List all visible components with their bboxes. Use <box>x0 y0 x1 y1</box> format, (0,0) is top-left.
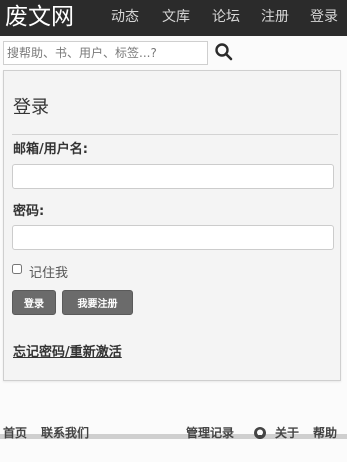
forgot-password-link[interactable]: 忘记密码/重新激活 <box>13 341 122 360</box>
footer-admin-log-link[interactable]: 管理记录 <box>186 424 234 442</box>
password-label: 密码: <box>13 204 45 219</box>
remember-checkbox[interactable] <box>12 264 22 274</box>
nav-item-feed[interactable]: 动态 <box>111 7 139 27</box>
footer-home-link[interactable]: 首页 <box>3 424 27 442</box>
footer-help-link[interactable]: 帮助 <box>313 424 337 442</box>
login-panel: 登录 邮箱/用户名: 密码: 记住我 登录 我要注册 忘记密码/重新激活 <box>3 70 341 381</box>
site-logo[interactable]: 废文网 <box>5 1 74 33</box>
email-label: 邮箱/用户名: <box>13 142 88 157</box>
nav-item-forum[interactable]: 论坛 <box>212 7 240 27</box>
remember-label: 记住我 <box>29 266 69 281</box>
footer-contact-link[interactable]: 联系我们 <box>41 424 89 442</box>
title-divider <box>12 134 338 135</box>
search-input[interactable] <box>3 41 208 65</box>
login-button[interactable]: 登录 <box>12 290 56 315</box>
login-title: 登录 <box>13 97 49 118</box>
nav-item-library[interactable]: 文库 <box>162 7 190 27</box>
github-icon[interactable] <box>253 426 267 440</box>
nav-item-login[interactable]: 登录 <box>310 7 338 27</box>
footer-about-link[interactable]: 关于 <box>275 424 299 442</box>
top-navbar: 废文网 动态 文库 论坛 注册 登录 <box>0 0 347 36</box>
search-bar <box>0 39 347 69</box>
register-button[interactable]: 我要注册 <box>62 290 133 315</box>
email-field[interactable] <box>12 164 334 189</box>
nav-item-register[interactable]: 注册 <box>261 7 289 27</box>
search-button[interactable] <box>212 42 236 64</box>
password-field[interactable] <box>12 225 334 250</box>
search-icon <box>215 43 233 61</box>
